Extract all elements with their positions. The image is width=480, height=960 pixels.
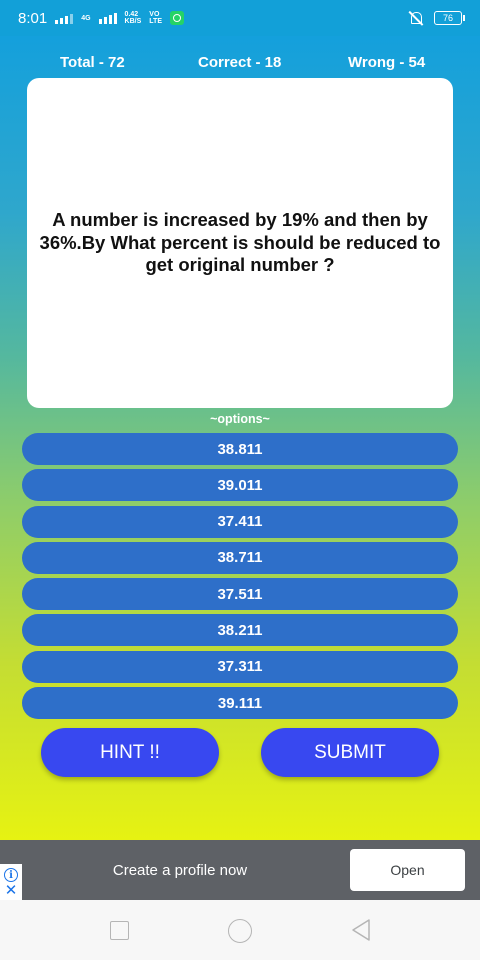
- back-icon[interactable]: [349, 918, 373, 942]
- network-type: 4G: [81, 14, 91, 22]
- signal-icon-2: [98, 12, 117, 24]
- net-speed: 0.42 KB/S: [125, 11, 142, 25]
- ad-banner[interactable]: i ✕ Create a profile now Open: [0, 840, 480, 900]
- wrong-count: Wrong - 54: [348, 54, 426, 71]
- ad-open-button[interactable]: Open: [350, 849, 465, 891]
- recent-apps-icon[interactable]: [110, 921, 129, 940]
- hint-button[interactable]: HINT !!: [41, 728, 219, 777]
- status-left: 8:01 4G 0.42 KB/S VO LTE: [18, 10, 184, 27]
- volte-indicator: VO LTE: [149, 11, 162, 25]
- signal-icon: [55, 12, 74, 24]
- status-time: 8:01: [18, 9, 48, 27]
- total-count: Total - 72: [60, 54, 125, 71]
- option-1[interactable]: 38.811: [22, 433, 458, 465]
- option-3[interactable]: 37.411: [22, 505, 458, 538]
- volte-top: VO: [149, 11, 160, 18]
- options-list: 38.811 39.011 37.411 38.711 37.511 38.21…: [22, 433, 458, 723]
- quiz-screen: Total - 72 Correct - 18 Wrong - 54 A num…: [0, 36, 480, 840]
- question-card: A number is increased by 19% and then by…: [27, 78, 453, 408]
- option-6[interactable]: 38.211: [22, 614, 458, 647]
- ad-text[interactable]: Create a profile now: [0, 840, 360, 900]
- option-4[interactable]: 38.711: [22, 541, 458, 574]
- net-speed-unit: KB/S: [124, 18, 142, 25]
- status-right: 76: [408, 10, 465, 26]
- score-summary: Total - 72 Correct - 18 Wrong - 54: [0, 54, 480, 74]
- volte-bottom: LTE: [149, 18, 162, 25]
- mute-icon: [408, 10, 424, 26]
- question-text: A number is increased by 19% and then by…: [39, 209, 441, 276]
- option-5[interactable]: 37.511: [22, 578, 458, 611]
- home-icon[interactable]: [228, 919, 252, 943]
- status-bar: 8:01 4G 0.42 KB/S VO LTE 76: [0, 0, 480, 36]
- battery-icon: 76: [434, 11, 465, 25]
- navigation-bar: [0, 900, 480, 960]
- net-speed-value: 0.42: [124, 11, 139, 18]
- submit-button[interactable]: SUBMIT: [261, 728, 439, 777]
- options-label: ~options~: [210, 412, 270, 426]
- option-8[interactable]: 39.111: [22, 687, 458, 720]
- option-2[interactable]: 39.011: [22, 469, 458, 502]
- correct-count: Correct - 18: [198, 54, 282, 71]
- whatsapp-icon: [169, 11, 184, 25]
- option-7[interactable]: 37.311: [22, 650, 458, 683]
